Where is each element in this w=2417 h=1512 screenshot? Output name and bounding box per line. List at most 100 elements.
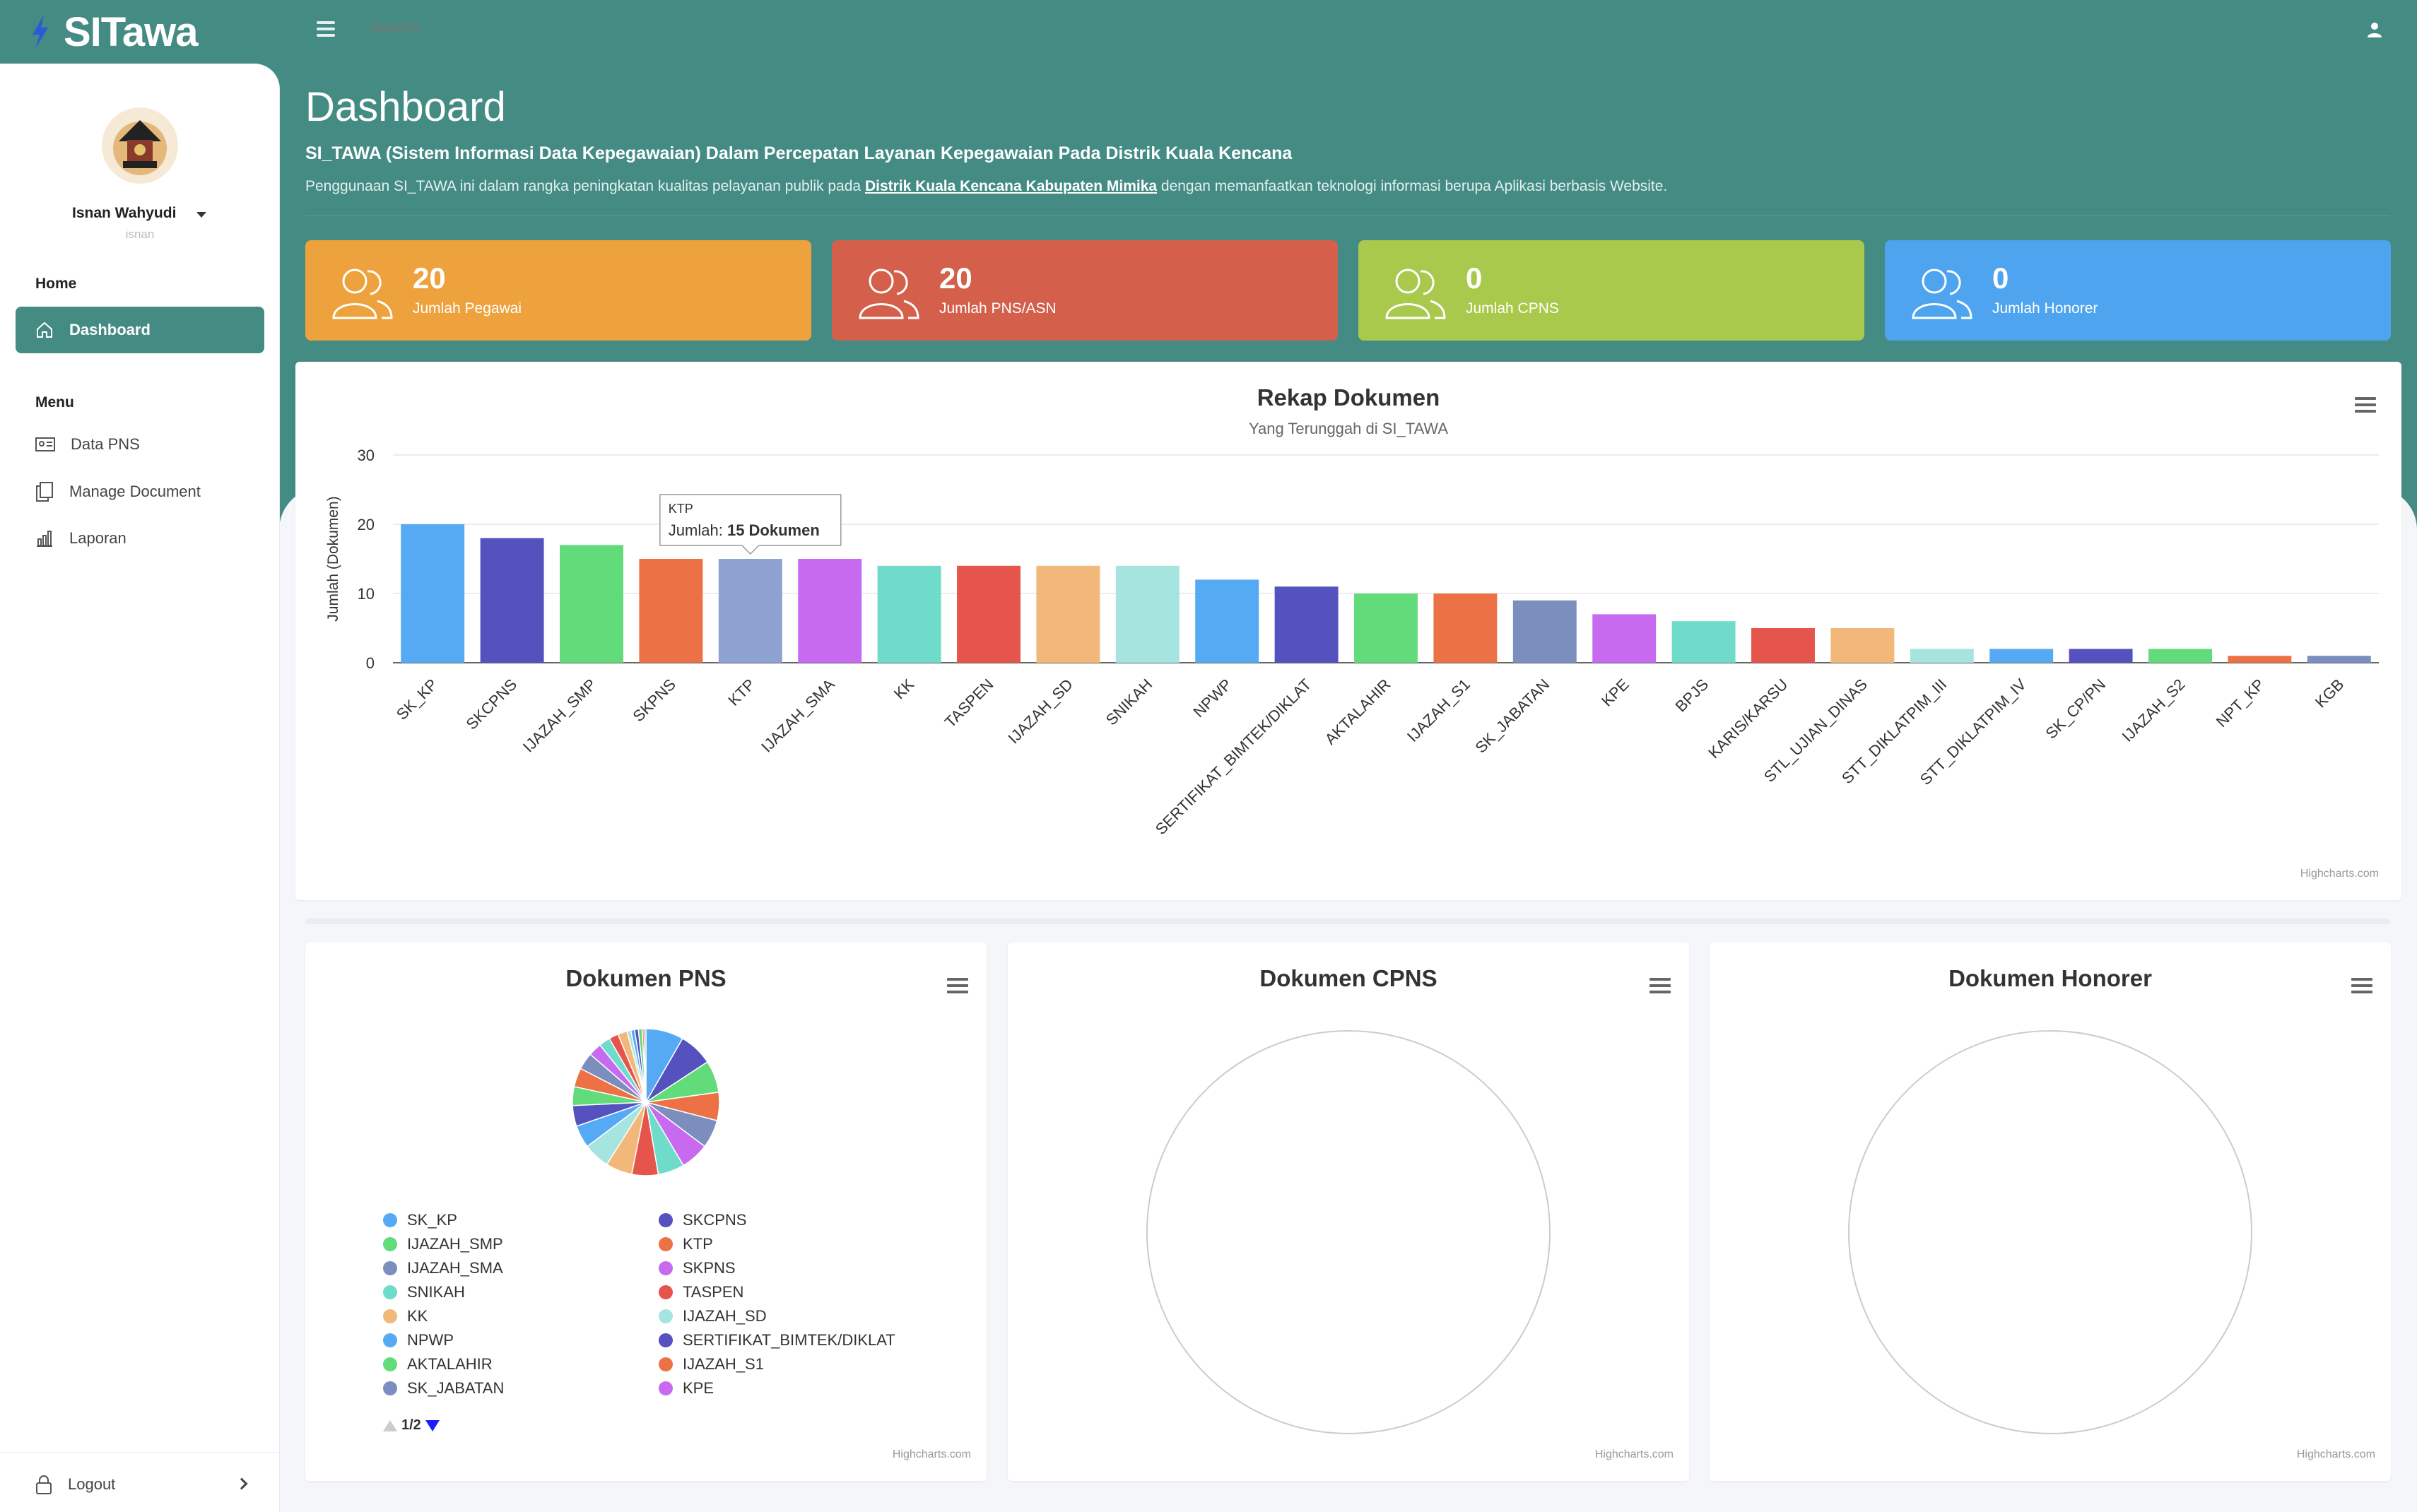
tooltip-category: KTP — [669, 502, 693, 516]
x-tick-label: SK_CP/PN — [2042, 675, 2110, 743]
bar — [1036, 565, 1100, 663]
chevron-down-icon[interactable] — [196, 212, 206, 218]
legend-item[interactable]: SNIKAH — [383, 1283, 465, 1301]
bar — [639, 559, 703, 663]
stat-card-honorer[interactable]: 0 Jumlah Honorer — [1885, 240, 2391, 341]
section-divider — [305, 919, 2390, 924]
rekap-dokumen-panel: Rekap Dokumen Yang Terunggah di SI_TAWA … — [295, 362, 2401, 900]
legend-label: KPE — [683, 1379, 714, 1397]
empty-pie — [1146, 1030, 1551, 1434]
x-tick-label: KPE — [1598, 675, 1633, 710]
arrow-down-icon[interactable] — [425, 1419, 440, 1431]
stat-value: 0 — [1992, 261, 2009, 295]
legend-marker — [383, 1357, 397, 1371]
legend-marker — [383, 1285, 397, 1299]
stat-label: Jumlah Honorer — [1992, 300, 2098, 317]
bar — [957, 565, 1021, 663]
avatar[interactable] — [102, 107, 178, 184]
bar — [1751, 628, 1815, 663]
legend-pager[interactable]: 1/2 — [383, 1417, 440, 1434]
chart-credit[interactable]: Highcharts.com — [893, 1448, 971, 1461]
legend-item[interactable]: IJAZAH_SMA — [383, 1259, 503, 1277]
bar-chart-icon — [37, 531, 52, 547]
legend-item[interactable]: SKPNS — [659, 1259, 736, 1277]
id-card-icon — [35, 437, 55, 451]
legend-item[interactable]: AKTALAHIR — [383, 1355, 493, 1374]
dokumen-cpns-panel: Dokumen CPNS Highcharts.com — [1008, 943, 1689, 1481]
user-name[interactable]: Isnan Wahyudi — [72, 205, 176, 222]
legend-item[interactable]: IJAZAH_SD — [659, 1307, 767, 1325]
page-description: Penggunaan SI_TAWA ini dalam rangka peni… — [305, 178, 1668, 194]
sidebar-item-label: Data PNS — [71, 435, 140, 453]
legend-label: NPWP — [407, 1331, 454, 1349]
legend-item[interactable]: SK_JABATAN — [383, 1379, 504, 1398]
bar — [2307, 656, 2371, 663]
brand[interactable]: SITawa — [28, 7, 199, 57]
district-link[interactable]: Distrik Kuala Kencana Kabupaten Mimika — [865, 178, 1157, 194]
bar — [718, 559, 782, 663]
stat-value: 0 — [1466, 261, 1483, 295]
users-icon — [1912, 268, 1972, 319]
legend-marker — [383, 1213, 397, 1227]
legend-item[interactable]: SKCPNS — [659, 1211, 746, 1229]
legend-label: SKPNS — [683, 1259, 736, 1277]
chart-credit[interactable]: Highcharts.com — [2300, 868, 2379, 880]
legend-item[interactable]: KTP — [659, 1235, 713, 1253]
home-icon — [37, 321, 52, 338]
app-name: SITawa — [64, 8, 199, 55]
x-tick-label: SK_JABATAN — [1472, 675, 1553, 757]
documents-icon — [36, 482, 53, 502]
search-input[interactable] — [371, 18, 795, 37]
x-tick-label: NPWP — [1189, 675, 1235, 721]
sidebar-item-laporan[interactable]: Laporan — [35, 529, 127, 548]
logout-button[interactable]: Logout — [0, 1452, 280, 1512]
bar — [1512, 600, 1577, 663]
legend-item[interactable]: SK_KP — [383, 1211, 457, 1229]
chart-credit[interactable]: Highcharts.com — [1595, 1448, 1674, 1461]
x-tick-label: KARIS/KARSU — [1705, 675, 1791, 762]
sidebar-item-data-pns[interactable]: Data PNS — [35, 435, 140, 454]
x-tick-label: TASPEN — [941, 675, 997, 731]
chart-credit[interactable]: Highcharts.com — [2297, 1448, 2375, 1461]
legend-item[interactable]: NPWP — [383, 1331, 454, 1349]
legend-item[interactable]: KK — [383, 1307, 428, 1325]
bar — [1433, 593, 1498, 663]
pager-label: 1/2 — [401, 1417, 421, 1433]
x-tick-label: IJAZAH_SD — [1004, 675, 1076, 748]
menu-heading: Menu — [35, 394, 74, 411]
chevron-right-icon — [235, 1477, 248, 1490]
x-tick-label: SKPNS — [630, 675, 679, 725]
sidebar-item-dashboard[interactable]: Dashboard — [16, 307, 264, 353]
legend-label: SK_KP — [407, 1211, 457, 1229]
page-subtitle: SI_TAWA (Sistem Informasi Data Kepegawai… — [305, 143, 1293, 163]
legend-item[interactable]: TASPEN — [659, 1283, 743, 1301]
legend-item[interactable]: KPE — [659, 1379, 714, 1398]
bar — [401, 524, 465, 663]
user-icon[interactable] — [2366, 21, 2383, 38]
stat-label: Jumlah PNS/ASN — [939, 300, 1057, 317]
sidebar-item-manage-document[interactable]: Manage Document — [35, 482, 201, 502]
legend-item[interactable]: IJAZAH_SMP — [383, 1235, 503, 1253]
legend-label: SK_JABATAN — [407, 1379, 505, 1397]
pie-chart — [572, 1028, 720, 1176]
menu-toggle-icon[interactable] — [317, 21, 335, 37]
tooltip-value-number: 15 Dokumen — [727, 521, 820, 539]
stat-value: 20 — [939, 261, 972, 295]
bar — [2148, 649, 2212, 663]
legend-label: TASPEN — [683, 1283, 744, 1301]
arrow-up-icon[interactable] — [383, 1419, 397, 1431]
stat-card-pns[interactable]: 20 Jumlah PNS/ASN — [832, 240, 1338, 341]
stat-card-pegawai[interactable]: 20 Jumlah Pegawai — [305, 240, 811, 341]
legend-label: KTP — [683, 1235, 713, 1253]
users-icon — [1385, 268, 1446, 319]
stat-card-cpns[interactable]: 0 Jumlah CPNS — [1358, 240, 1864, 341]
x-tick-label: IJAZAH_SMP — [519, 675, 600, 756]
legend-label: KK — [407, 1307, 428, 1325]
bar — [1115, 565, 1180, 663]
legend-label: SKCPNS — [683, 1211, 747, 1229]
legend-item[interactable]: IJAZAH_S1 — [659, 1355, 764, 1374]
x-tick-label: SK_KP — [393, 675, 441, 723]
logo-icon — [33, 15, 48, 49]
legend-item[interactable]: SERTIFIKAT_BIMTEK/DIKLAT — [659, 1331, 895, 1349]
legend-label: IJAZAH_SMP — [407, 1235, 503, 1253]
